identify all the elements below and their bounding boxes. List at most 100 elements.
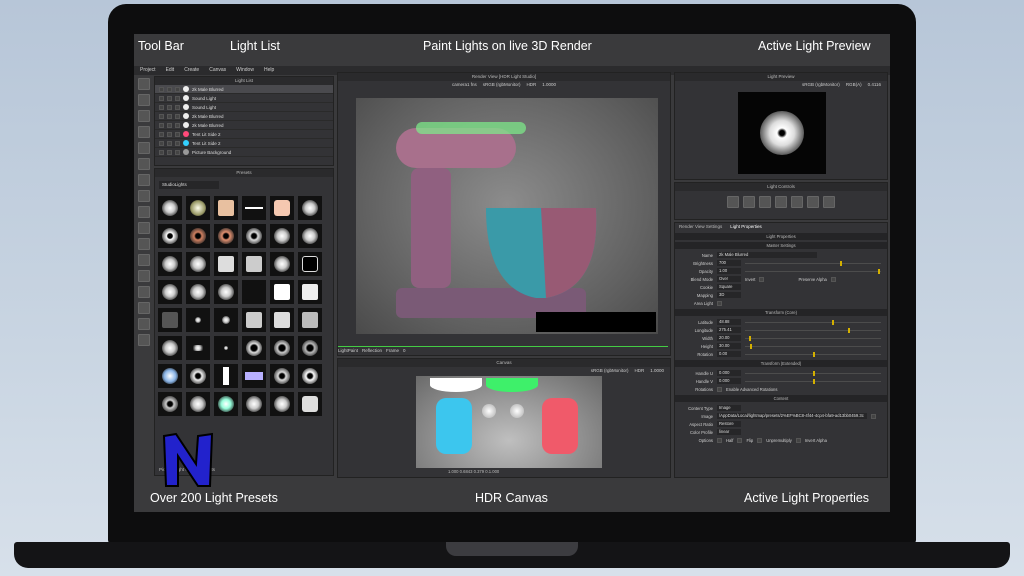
preset-thumb[interactable] [186, 252, 210, 276]
preview-channel-select[interactable]: RGB(A) [846, 81, 862, 89]
content-header[interactable]: Content [675, 395, 887, 402]
tool-bar-icon[interactable] [138, 206, 150, 218]
tool-camera-icon[interactable] [138, 318, 150, 330]
invert-alpha-checkbox[interactable] [795, 437, 801, 443]
lock-toggle-icon[interactable] [175, 113, 180, 119]
brightness-slider[interactable] [745, 260, 881, 266]
canvas-light-shape[interactable] [542, 398, 578, 454]
preset-thumb[interactable] [214, 224, 238, 248]
blend-mode-select[interactable]: Over [717, 276, 741, 282]
solo-toggle-icon[interactable] [167, 140, 172, 146]
flip-checkbox[interactable] [737, 437, 743, 443]
preset-thumb[interactable] [186, 364, 210, 388]
height-field[interactable]: 30.00 [717, 343, 741, 349]
control-rotate-icon[interactable] [743, 196, 755, 208]
tool-target-icon[interactable] [138, 174, 150, 186]
solo-toggle-icon[interactable] [167, 113, 172, 119]
zoom-value[interactable]: 1.0000 [542, 81, 556, 89]
preview-colorspace-select[interactable]: sRGB (rgbMonitor) [802, 81, 840, 89]
frame-field[interactable]: 0 [403, 347, 406, 354]
handle-v-field[interactable]: 0.000 [717, 378, 741, 384]
control-scale-icon[interactable] [759, 196, 771, 208]
opacity-slider[interactable] [745, 268, 881, 274]
control-reset-icon[interactable] [791, 196, 803, 208]
preset-thumb[interactable] [158, 280, 182, 304]
latitude-field[interactable]: 48.88 [717, 319, 741, 325]
preset-thumb[interactable] [186, 280, 210, 304]
list-item[interactable]: Tent Lit Side 2 [155, 130, 333, 139]
lock-toggle-icon[interactable] [175, 86, 180, 92]
solo-toggle-icon[interactable] [167, 149, 172, 155]
preset-thumb[interactable] [242, 392, 266, 416]
unpremultiply-checkbox[interactable] [757, 437, 763, 443]
tool-duplicate-icon[interactable] [138, 94, 150, 106]
list-item[interactable]: 2k Male Blurred [155, 112, 333, 121]
tool-rect-icon[interactable] [138, 190, 150, 202]
visible-toggle-icon[interactable] [159, 131, 164, 137]
list-item[interactable]: Tent Lit Side 2 [155, 139, 333, 148]
canvas-mode-select[interactable]: HDR [634, 367, 644, 375]
preset-thumb[interactable] [270, 196, 294, 220]
width-slider[interactable] [745, 335, 881, 341]
list-item[interactable]: Sound Light [155, 103, 333, 112]
preset-thumb[interactable] [158, 196, 182, 220]
preset-thumb[interactable] [242, 308, 266, 332]
preset-thumb[interactable] [298, 280, 322, 304]
preset-thumb[interactable] [242, 252, 266, 276]
preset-thumb[interactable] [158, 364, 182, 388]
transform-extended-header[interactable]: Transform (Extended) [675, 360, 887, 367]
preset-thumb[interactable] [186, 196, 210, 220]
opacity-field[interactable]: 1.00 [717, 268, 741, 274]
list-item[interactable]: Sound Light [155, 94, 333, 103]
lock-toggle-icon[interactable] [175, 131, 180, 137]
rotation-field[interactable]: 0.00 [717, 351, 741, 357]
half-checkbox[interactable] [717, 437, 722, 443]
preset-thumb[interactable] [270, 336, 294, 360]
visible-toggle-icon[interactable] [159, 140, 164, 146]
lock-toggle-icon[interactable] [175, 140, 180, 146]
preset-thumb[interactable] [158, 336, 182, 360]
canvas-light-shape[interactable] [486, 378, 538, 392]
preset-thumb[interactable] [270, 364, 294, 388]
tool-gear-icon[interactable] [138, 238, 150, 250]
handle-u-field[interactable]: 0.000 [717, 370, 741, 376]
rotation-slider[interactable] [745, 351, 881, 357]
preset-thumb[interactable] [214, 280, 238, 304]
canvas-light-shape[interactable] [482, 404, 496, 418]
colorspace-select[interactable]: sRGB (rgbMonitor) [483, 81, 521, 89]
canvas-colorspace-select[interactable]: sRGB (rgbMonitor) [591, 367, 629, 375]
folder-icon[interactable] [871, 413, 876, 419]
preset-thumb[interactable] [270, 392, 294, 416]
solo-toggle-icon[interactable] [167, 95, 172, 101]
tab-light-properties[interactable]: Light Properties [730, 223, 762, 231]
longitude-field[interactable]: 275.41 [717, 327, 741, 333]
control-align-icon[interactable] [807, 196, 819, 208]
preset-thumb[interactable] [214, 336, 238, 360]
area-light-checkbox[interactable] [717, 300, 722, 306]
lock-toggle-icon[interactable] [175, 104, 180, 110]
preset-thumb[interactable] [158, 252, 182, 276]
menu-edit[interactable]: Edit [166, 66, 175, 75]
width-field[interactable]: 20.00 [717, 335, 741, 341]
visible-toggle-icon[interactable] [159, 95, 164, 101]
tool-help-icon[interactable] [138, 334, 150, 346]
preset-category-select[interactable]: StudioLights [159, 181, 219, 189]
preset-thumb[interactable] [158, 308, 182, 332]
preset-thumb[interactable] [242, 336, 266, 360]
preset-thumb[interactable] [214, 196, 238, 220]
list-item[interactable]: Picture Background [155, 148, 333, 157]
content-type-select[interactable]: Image [717, 405, 741, 411]
visible-toggle-icon[interactable] [159, 104, 164, 110]
invert-checkbox[interactable] [759, 276, 765, 282]
preset-thumb[interactable] [298, 308, 322, 332]
aspect-restore-button[interactable]: Restore [717, 421, 741, 427]
visible-toggle-icon[interactable] [159, 113, 164, 119]
solo-toggle-icon[interactable] [167, 104, 172, 110]
preset-thumb[interactable] [270, 280, 294, 304]
canvas-light-shape[interactable] [436, 398, 472, 454]
cookie-select[interactable]: Square [717, 284, 741, 290]
advanced-rotations-checkbox[interactable] [717, 386, 722, 392]
menu-project[interactable]: Project [140, 66, 156, 75]
preset-thumb[interactable] [214, 252, 238, 276]
preset-thumb[interactable] [298, 196, 322, 220]
